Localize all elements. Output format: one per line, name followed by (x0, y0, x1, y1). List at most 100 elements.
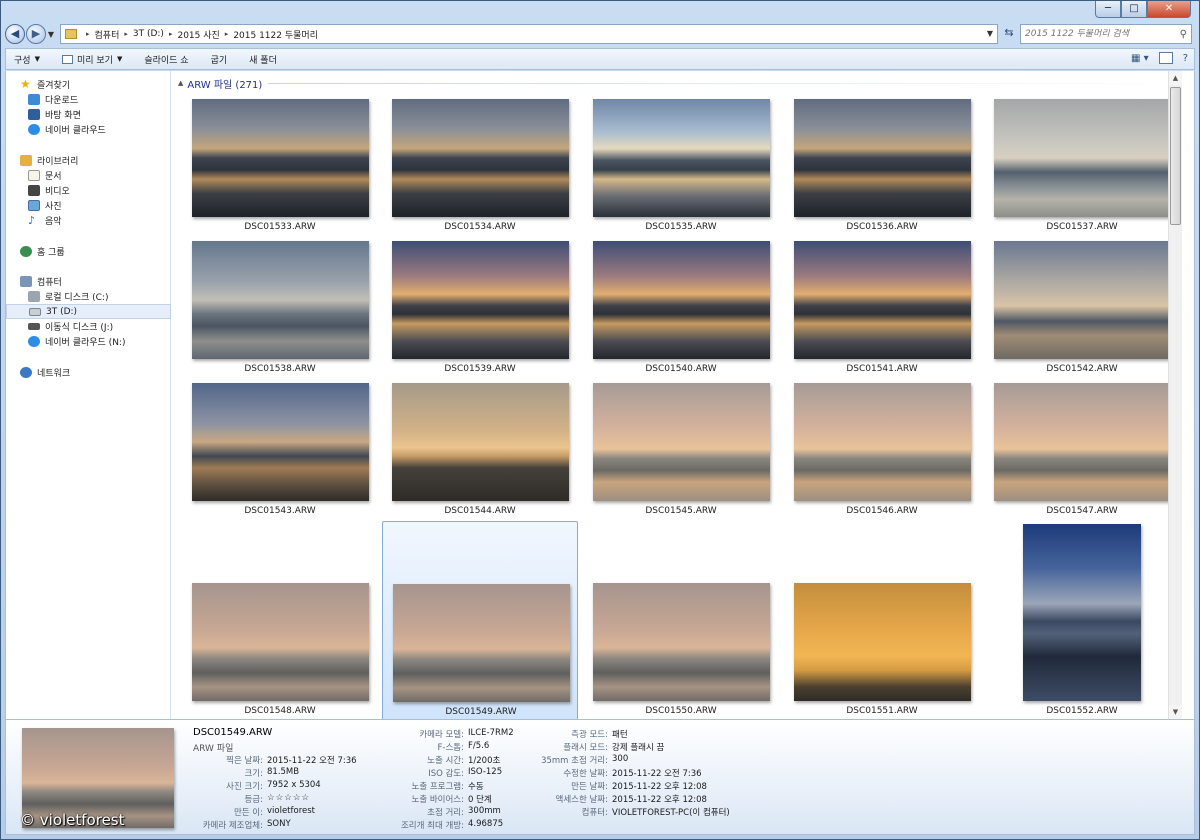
chevron-down-icon[interactable]: ▼ (987, 29, 993, 38)
close-button[interactable]: ✕ (1147, 1, 1191, 18)
sidebar-item-music[interactable]: ♪ 음악 (6, 213, 171, 228)
sidebar-item-pictures[interactable]: 사진 (6, 198, 171, 213)
sidebar-item-naver-cloud[interactable]: 네이버 클라우드 (6, 122, 171, 137)
address-bar[interactable]: ▸ 컴퓨터 ▸ 3T (D:) ▸ 2015 사진 ▸ 2015 1122 두물… (60, 24, 998, 44)
sidebar-libraries-label: 라이브러리 (37, 157, 79, 167)
property-value: VIOLETFOREST-PC(이 컴퓨터) (612, 808, 730, 818)
computer-icon (20, 276, 32, 287)
file-tile[interactable]: DSC01552.ARW (984, 521, 1180, 719)
homegroup-icon (20, 246, 32, 257)
property-row: 노출 프로그램: 수동 (382, 780, 484, 792)
file-list: ▲ ARW 파일 (271) DSC01533.ARW DSC01534.ARW D… (172, 71, 1182, 719)
refresh-button[interactable]: ⇆ (1000, 24, 1018, 44)
maximize-button[interactable]: □ (1121, 1, 1147, 18)
sidebar-item-videos[interactable]: 비디오 (6, 183, 171, 198)
watermark: © violetforest (20, 811, 125, 829)
sidebar-item-documents[interactable]: 문서 (6, 168, 171, 183)
file-tile[interactable]: DSC01534.ARW (382, 95, 578, 237)
search-icon[interactable]: ⚲ (1180, 29, 1187, 40)
file-tile[interactable]: DSC01542.ARW (984, 237, 1180, 379)
recent-pages-dropdown[interactable]: ▼ (46, 30, 56, 39)
property-row: 노출 바이어스: 0 단계 (382, 793, 492, 805)
file-tile[interactable]: DSC01549.ARW (382, 521, 578, 719)
property-value: 수동 (468, 782, 484, 792)
photo-thumbnail (192, 241, 369, 359)
chevron-right-icon[interactable]: ▸ (124, 30, 128, 38)
sidebar-item-label: 네이버 클라우드 (N:) (45, 338, 126, 348)
preview-button[interactable]: 미리 보기 ▼ (61, 53, 122, 66)
file-tile[interactable]: DSC01550.ARW (583, 521, 779, 719)
vertical-scrollbar[interactable]: ▲ ▼ (1168, 71, 1182, 719)
disk-icon (28, 291, 40, 302)
sidebar-item-drive-d[interactable]: 3T (D:) (6, 304, 171, 319)
photo-thumbnail (393, 584, 570, 702)
property-row: F-스톱: F/5.6 (382, 741, 490, 753)
property-row: 컴퓨터: VIOLETFOREST-PC(이 컴퓨터) (526, 806, 730, 818)
property-value: 7952 x 5304 (267, 780, 321, 790)
new-folder-button[interactable]: 새 폴더 (249, 53, 277, 66)
file-tile[interactable]: DSC01537.ARW (984, 95, 1180, 237)
file-tile[interactable]: DSC01547.ARW (984, 379, 1180, 521)
file-tile[interactable]: DSC01536.ARW (784, 95, 980, 237)
search-input[interactable] (1025, 29, 1165, 39)
slideshow-button[interactable]: 슬라이드 쇼 (144, 53, 188, 66)
collapse-triangle-icon[interactable]: ▲ (178, 79, 183, 87)
picture-icon (28, 200, 40, 211)
details-file-name: DSC01549.ARW (193, 727, 273, 738)
file-tile[interactable]: DSC01546.ARW (784, 379, 980, 521)
back-button[interactable]: ◀ (5, 24, 25, 44)
sidebar-item-desktop[interactable]: 바탕 화면 (6, 107, 171, 122)
favorites-group: ★ 즐겨찾기 다운로드 바탕 화면 네이버 클라우드 (6, 77, 171, 137)
file-tile[interactable]: DSC01539.ARW (382, 237, 578, 379)
sidebar-computer[interactable]: 컴퓨터 (6, 274, 171, 289)
chevron-right-icon[interactable]: ▸ (225, 30, 229, 38)
file-tile[interactable]: DSC01535.ARW (583, 95, 779, 237)
property-value: F/5.6 (468, 741, 490, 751)
explorer-window: ─ □ ✕ ◀ ▶ ▼ ▸ 컴퓨터 ▸ 3T (D:) ▸ 2015 사진 ▸ … (0, 0, 1200, 840)
chevron-right-icon[interactable]: ▸ (169, 30, 173, 38)
scroll-up-icon[interactable]: ▲ (1169, 71, 1182, 85)
help-icon[interactable]: ? (1183, 53, 1188, 64)
file-tile[interactable]: DSC01533.ARW (182, 95, 378, 237)
forward-button[interactable]: ▶ (26, 24, 46, 44)
usb-drive-icon (28, 323, 40, 330)
breadcrumb-computer[interactable]: 컴퓨터 (95, 28, 120, 41)
view-options-icon[interactable]: ▦ ▾ (1131, 53, 1149, 64)
property-row: 카메라 모델: ILCE-7RM2 (382, 728, 513, 740)
sidebar-item-label: 3T (D:) (46, 306, 78, 317)
file-tile[interactable]: DSC01543.ARW (182, 379, 378, 521)
photo-thumbnail (192, 383, 369, 501)
scrollbar-thumb[interactable] (1170, 87, 1181, 225)
sidebar-item-naver-cloud-n[interactable]: 네이버 클라우드 (N:) (6, 334, 171, 349)
breadcrumb-photos[interactable]: 2015 사진 (177, 28, 219, 41)
search-box[interactable]: ⚲ (1020, 24, 1192, 44)
file-name-label: DSC01551.ARW (846, 706, 918, 716)
sidebar-homegroup[interactable]: 홈 그룹 (6, 244, 171, 259)
chevron-right-icon[interactable]: ▸ (86, 30, 90, 38)
sidebar-item-local-disk-c[interactable]: 로컬 디스크 (C:) (6, 289, 171, 304)
burn-button[interactable]: 굽기 (211, 53, 228, 66)
preview-pane-icon[interactable] (1158, 52, 1173, 64)
file-name-label: DSC01547.ARW (1046, 506, 1118, 516)
breadcrumb-current[interactable]: 2015 1122 두물머리 (233, 28, 318, 41)
sidebar-item-downloads[interactable]: 다운로드 (6, 92, 171, 107)
organize-button[interactable]: 구성 ▼ (14, 53, 40, 66)
file-tile[interactable]: DSC01545.ARW (583, 379, 779, 521)
file-tile[interactable]: DSC01538.ARW (182, 237, 378, 379)
file-tile[interactable]: DSC01548.ARW (182, 521, 378, 719)
sidebar-favorites[interactable]: ★ 즐겨찾기 (6, 77, 171, 92)
rating-stars[interactable]: ☆☆☆☆☆ (267, 793, 310, 805)
file-tile[interactable]: DSC01541.ARW (784, 237, 980, 379)
sidebar-network[interactable]: 네트워크 (6, 365, 171, 380)
scroll-down-icon[interactable]: ▼ (1169, 705, 1182, 719)
minimize-button[interactable]: ─ (1095, 1, 1121, 18)
file-tile[interactable]: DSC01544.ARW (382, 379, 578, 521)
breadcrumb-drive[interactable]: 3T (D:) (133, 29, 164, 39)
sidebar-item-removable-j[interactable]: 이동식 디스크 (J:) (6, 319, 171, 334)
file-tile[interactable]: DSC01540.ARW (583, 237, 779, 379)
sidebar-item-label: 이동식 디스크 (J:) (45, 323, 114, 333)
library-icon (20, 155, 32, 166)
group-header[interactable]: ▲ ARW 파일 (271) (178, 77, 1178, 91)
sidebar-libraries[interactable]: 라이브러리 (6, 153, 171, 168)
file-tile[interactable]: DSC01551.ARW (784, 521, 980, 719)
